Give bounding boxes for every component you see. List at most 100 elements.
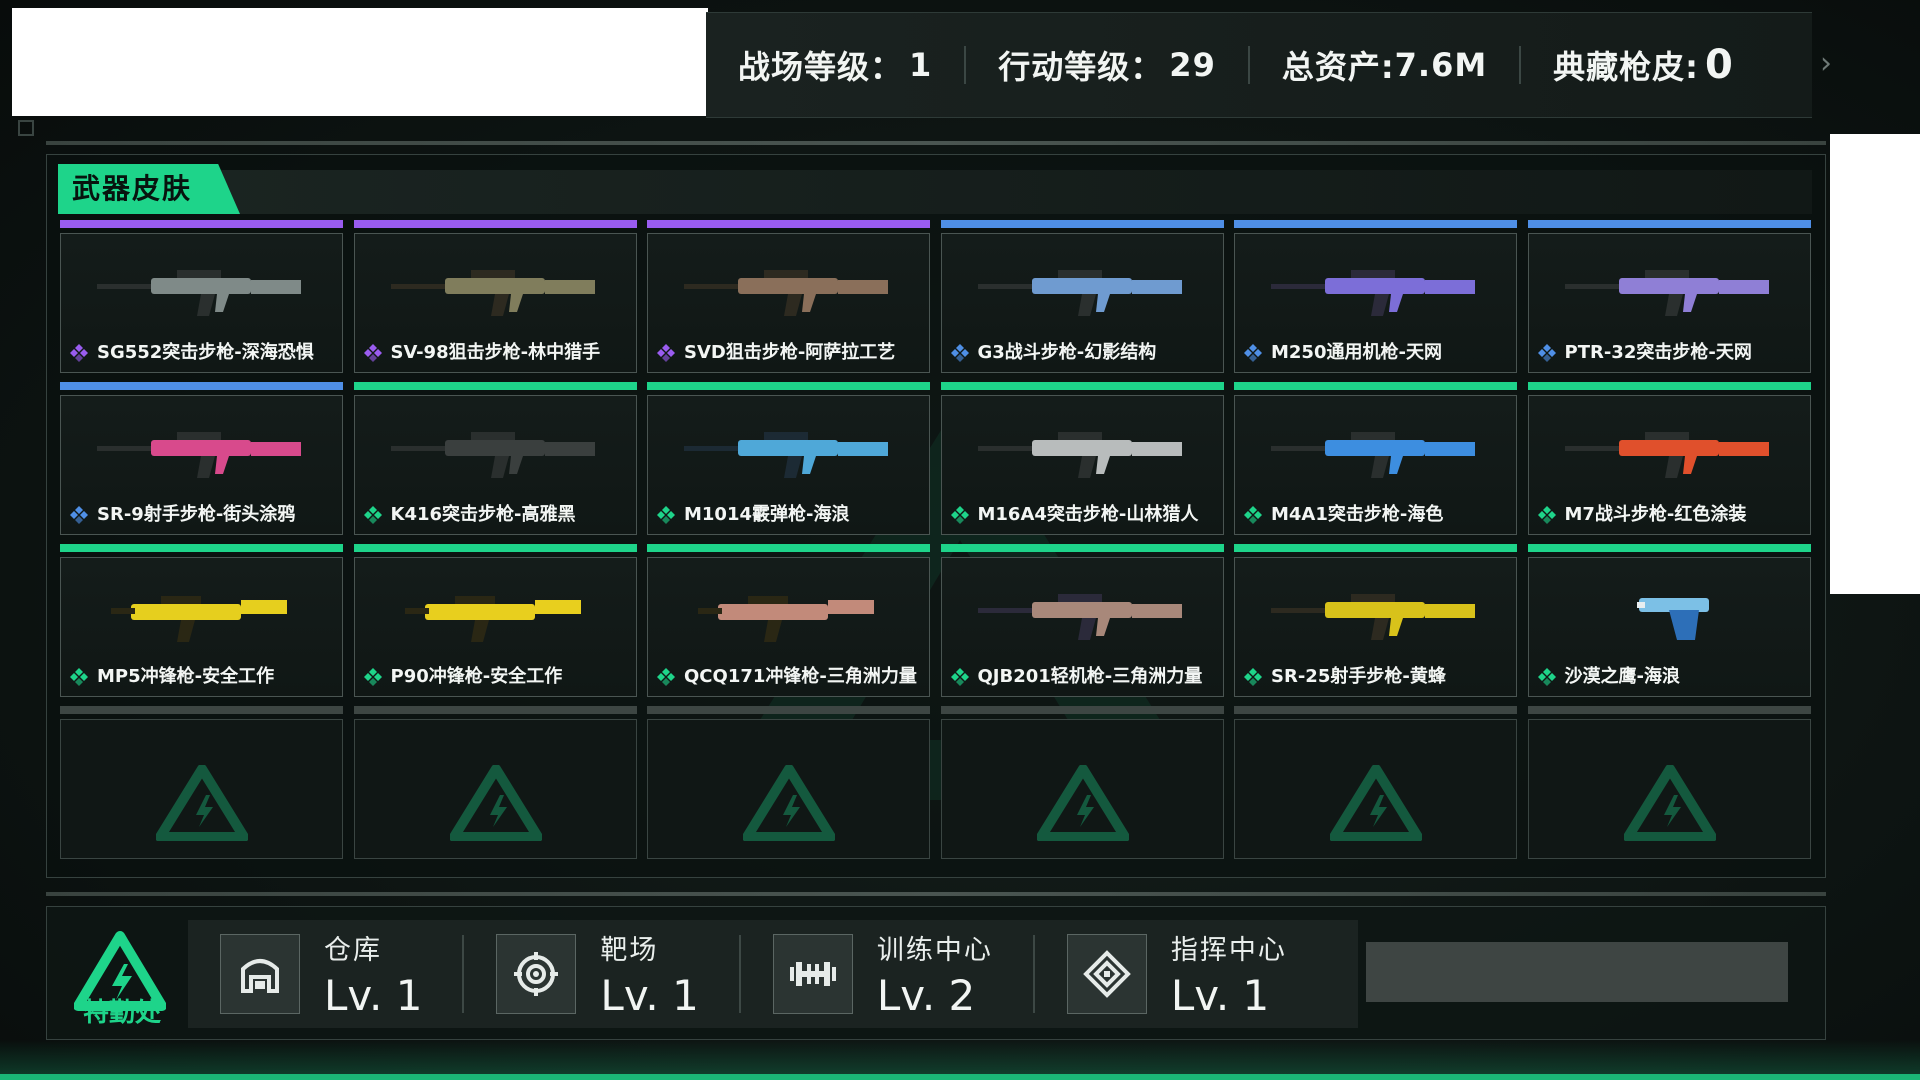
skin-card[interactable]: QCQ171冲锋枪-三角洲力量	[647, 544, 930, 697]
facility-command-center[interactable]: 指挥中心 Lv. 1	[1035, 920, 1287, 1028]
rifle-icon	[390, 432, 595, 478]
facility-level: Lv. 1	[324, 971, 423, 1020]
rarity-bar	[1527, 382, 1811, 390]
smg-icon	[404, 596, 581, 642]
skin-card-frame: 沙漠之鹰-海浪	[1527, 557, 1811, 697]
empty-slot-frame	[1234, 719, 1517, 859]
skin-card-frame: M1014霰弹枪-海浪	[647, 395, 930, 535]
total-assets-label: 总资产:	[1281, 48, 1395, 86]
skin-card[interactable]: SG552突击步枪-深海恐惧	[60, 220, 343, 373]
sniper-icon	[1271, 594, 1475, 640]
facility-warehouse[interactable]: 仓库 Lv. 1	[188, 920, 422, 1028]
skin-card[interactable]: 沙漠之鹰-海浪	[1527, 544, 1811, 697]
rarity-bar	[940, 382, 1224, 390]
skin-name: PTR-32突击步枪-天网	[1564, 342, 1752, 363]
rarity-bar	[353, 544, 637, 552]
rarity-diamond-icon	[1537, 344, 1556, 362]
footer-divider	[46, 892, 1826, 896]
skin-name: SV-98狙击步枪-林中猎手	[390, 342, 601, 363]
skin-card-frame: QJB201轻机枪-三角洲力量	[940, 557, 1224, 697]
empty-slot-frame	[353, 719, 637, 859]
rarity-bar	[940, 220, 1224, 228]
skin-card[interactable]: MP5冲锋枪-安全工作	[60, 544, 343, 697]
total-assets-value: 7.6M	[1394, 46, 1488, 84]
placeholder-logo-icon	[1330, 765, 1422, 841]
section-title-strip	[200, 170, 1812, 214]
skin-card-frame: M7战斗步枪-红色涂装	[1527, 395, 1811, 535]
frame-corner	[18, 120, 34, 136]
facility-shooting-range[interactable]: 靶场 Lv. 1	[464, 920, 699, 1028]
skin-card-frame: SR-25射手步枪-黄蜂	[1234, 557, 1517, 697]
skin-card[interactable]: SR-9射手步枪-街头涂鸦	[60, 382, 343, 535]
rarity-diamond-icon	[950, 506, 969, 524]
rifle-icon	[97, 270, 301, 316]
skin-card-frame: SVD狙击步枪-阿萨拉工艺	[647, 233, 930, 373]
rarity-bar	[60, 544, 343, 552]
sniper-icon	[684, 270, 888, 316]
skin-card[interactable]: M16A4突击步枪-山林猎人	[940, 382, 1224, 535]
rarity-bar	[1527, 544, 1811, 552]
rarity-diamond-icon	[1244, 668, 1262, 686]
section-title: 武器皮肤	[58, 164, 240, 214]
chevron-right-icon[interactable]: ›	[1820, 46, 1832, 81]
skin-card[interactable]: K416突击步枪-高雅黑	[353, 382, 637, 535]
slot-bar	[1234, 706, 1517, 714]
collection-skins-value: 0	[1704, 42, 1734, 88]
rarity-bar	[353, 382, 637, 390]
battlefield-level-label: 战场等级：	[738, 48, 904, 86]
rarity-diamond-icon	[657, 344, 675, 362]
skin-card[interactable]: P90冲锋枪-安全工作	[353, 544, 637, 697]
rarity-bar	[1527, 220, 1811, 228]
rarity-diamond-icon	[657, 506, 675, 524]
operation-level: 行动等级： 29	[966, 42, 1248, 88]
battlefield-level: 战场等级： 1	[706, 42, 964, 88]
placeholder-logo-icon	[156, 765, 248, 841]
rarity-diamond-icon	[1244, 506, 1262, 524]
rarity-diamond-icon	[363, 506, 382, 524]
rarity-diamond-icon	[950, 344, 969, 362]
skin-card-frame: MP5冲锋枪-安全工作	[60, 557, 343, 697]
skin-card[interactable]: M250通用机枪-天网	[1234, 220, 1517, 373]
skin-card-frame: P90冲锋枪-安全工作	[353, 557, 637, 697]
skin-card[interactable]: QJB201轻机枪-三角洲力量	[940, 544, 1224, 697]
facility-training-center[interactable]: 训练中心 Lv. 2	[741, 920, 993, 1028]
rarity-diamond-icon	[70, 344, 88, 362]
rarity-bar	[353, 220, 637, 228]
slot-bar	[940, 706, 1224, 714]
rarity-diamond-icon	[657, 668, 675, 686]
command-icon	[1066, 934, 1147, 1014]
skin-card[interactable]: SR-25射手步枪-黄蜂	[1234, 544, 1517, 697]
collection-skins-label: 典藏枪皮:	[1553, 48, 1699, 86]
special-ops-label[interactable]: 特勤处	[74, 992, 170, 1029]
skin-card[interactable]: M1014霰弹枪-海浪	[647, 382, 930, 535]
battlefield-level-value: 1	[909, 46, 933, 84]
skin-card-frame: SR-9射手步枪-街头涂鸦	[60, 395, 343, 535]
skin-name: P90冲锋枪-安全工作	[390, 666, 563, 687]
rarity-diamond-icon	[1244, 344, 1262, 362]
skin-name: M250通用机枪-天网	[1271, 342, 1442, 363]
skin-card[interactable]: SV-98狙击步枪-林中猎手	[353, 220, 637, 373]
total-assets: 总资产: 7.6M	[1250, 42, 1519, 88]
rarity-bar	[647, 544, 930, 552]
rarity-diamond-icon	[70, 668, 88, 686]
rarity-bar	[1234, 382, 1517, 390]
facility-level: Lv. 2	[876, 971, 976, 1020]
skin-name: QJB201轻机枪-三角洲力量	[977, 666, 1203, 687]
machine-gun-icon	[1271, 270, 1475, 316]
skin-card[interactable]: M4A1突击步枪-海色	[1234, 382, 1517, 535]
skin-card-frame: QCQ171冲锋枪-三角洲力量	[647, 557, 930, 697]
skin-card[interactable]: SVD狙击步枪-阿萨拉工艺	[647, 220, 930, 373]
skin-card-frame: M16A4突击步枪-山林猎人	[940, 395, 1224, 535]
redacted-player-banner	[12, 8, 708, 116]
smg-icon	[111, 596, 287, 642]
skin-card[interactable]: G3战斗步枪-幻影结构	[940, 220, 1224, 373]
empty-skin-slot	[1527, 706, 1811, 859]
empty-skin-slot	[647, 706, 930, 859]
skin-card[interactable]: PTR-32突击步枪-天网	[1527, 220, 1811, 373]
skin-card[interactable]: M7战斗步枪-红色涂装	[1527, 382, 1811, 535]
warehouse-icon	[220, 934, 300, 1014]
empty-slot-frame	[940, 719, 1224, 859]
skin-card-frame: PTR-32突击步枪-天网	[1527, 233, 1811, 373]
rarity-diamond-icon	[1537, 668, 1556, 686]
target-icon	[496, 934, 577, 1014]
